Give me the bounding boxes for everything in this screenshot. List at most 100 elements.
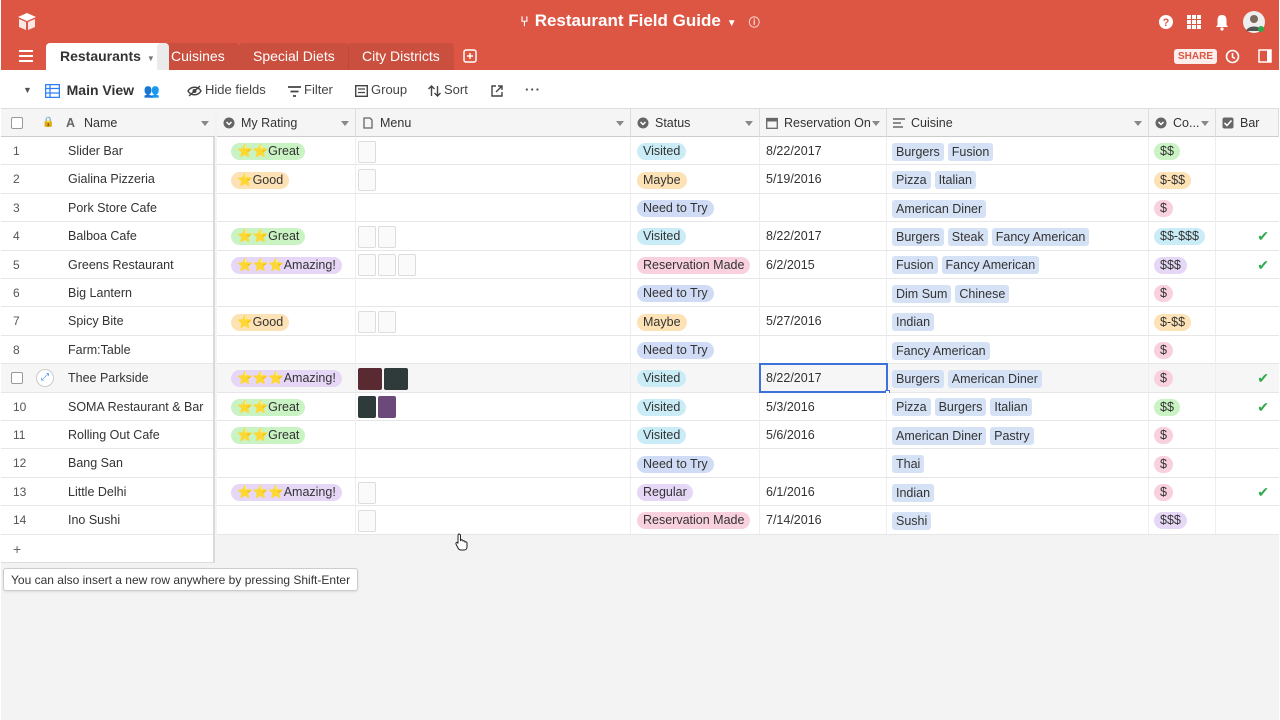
column-header-my-rating[interactable]: My Rating bbox=[217, 109, 356, 137]
bar-checkbox-cell[interactable] bbox=[1216, 279, 1279, 307]
table-row[interactable]: Need to Try Fancy American $ bbox=[217, 335, 1279, 365]
table-row[interactable]: ⭐⭐Great Visited 8/22/2017 Burgers Steak Fancy… bbox=[217, 222, 1279, 251]
menu-attachments-cell[interactable] bbox=[356, 165, 631, 194]
reservation-date-cell[interactable] bbox=[760, 335, 887, 364]
cuisine-cell[interactable]: Indian bbox=[887, 307, 1149, 336]
status-cell[interactable]: Reservation Made bbox=[631, 506, 760, 535]
status-cell[interactable]: Reservation Made bbox=[631, 250, 760, 279]
cost-cell[interactable]: $ bbox=[1149, 335, 1216, 364]
chevron-down-icon[interactable]: ▼ bbox=[727, 18, 737, 29]
menu-photo-thumbnail[interactable] bbox=[358, 396, 376, 419]
table-row[interactable]: Need to Try Dim Sum Chinese $ bbox=[217, 279, 1279, 308]
table-row[interactable]: ⭐Good Maybe 5/19/2016 Pizza Italian $-$$ bbox=[217, 165, 1279, 194]
cost-cell[interactable]: $ bbox=[1149, 477, 1216, 506]
bar-checkbox-cell[interactable] bbox=[1216, 421, 1279, 449]
menu-document-thumbnail[interactable] bbox=[358, 481, 376, 504]
name-cell[interactable]: Greens Restaurant bbox=[60, 251, 215, 279]
menu-attachments-cell[interactable] bbox=[356, 392, 631, 421]
history-icon[interactable] bbox=[1225, 49, 1240, 64]
rating-cell[interactable]: ⭐⭐⭐Amazing! bbox=[217, 250, 356, 279]
menu-document-thumbnail[interactable] bbox=[358, 140, 376, 163]
table-row[interactable]: 5 Greens Restaurant bbox=[1, 250, 215, 279]
reservation-date-cell[interactable]: 5/6/2016 bbox=[760, 421, 887, 449]
table-row[interactable]: 7 Spicy Bite bbox=[1, 307, 213, 336]
menu-photo-thumbnail[interactable] bbox=[384, 367, 408, 390]
status-cell[interactable]: Visited bbox=[631, 392, 760, 421]
menu-attachments-cell[interactable] bbox=[356, 506, 631, 535]
menu-attachments-cell[interactable] bbox=[356, 364, 631, 393]
column-header-bar[interactable]: Bar bbox=[1216, 109, 1279, 137]
menu-document-thumbnail[interactable] bbox=[378, 311, 396, 334]
menu-document-thumbnail[interactable] bbox=[378, 225, 396, 248]
table-row[interactable]: ⭐⭐Great Visited 5/6/2016 American Diner Past… bbox=[217, 421, 1279, 450]
cost-cell[interactable]: $$ bbox=[1149, 392, 1216, 421]
cost-cell[interactable]: $$ bbox=[1149, 137, 1216, 165]
bar-checkbox-cell[interactable] bbox=[1216, 307, 1279, 335]
table-row[interactable]: 3 Pork Store Cafe bbox=[1, 193, 215, 223]
table-row[interactable]: Need to Try American Diner $ bbox=[217, 193, 1279, 223]
table-row[interactable]: 4 Balboa Cafe bbox=[1, 222, 213, 251]
menu-attachments-cell[interactable] bbox=[356, 193, 631, 222]
bar-checkbox-cell[interactable] bbox=[1216, 165, 1279, 193]
help-icon[interactable]: ? bbox=[1157, 13, 1175, 31]
bar-checkbox-cell[interactable] bbox=[1216, 194, 1279, 222]
info-icon[interactable]: ⓘ bbox=[749, 17, 760, 29]
row-expand[interactable]: ⤢ bbox=[32, 364, 60, 392]
reservation-date-cell[interactable]: 5/27/2016 bbox=[760, 307, 887, 336]
add-row-plus-icon[interactable]: + bbox=[13, 535, 21, 563]
menu-document-thumbnail[interactable] bbox=[378, 254, 396, 277]
cost-cell[interactable]: $ bbox=[1149, 449, 1216, 478]
user-avatar[interactable] bbox=[1243, 11, 1265, 33]
menu-icon[interactable] bbox=[19, 50, 33, 62]
chevron-down-icon[interactable] bbox=[1201, 121, 1209, 126]
status-cell[interactable]: Regular bbox=[631, 477, 760, 506]
status-cell[interactable]: Maybe bbox=[631, 307, 760, 336]
cuisine-cell[interactable]: Thai bbox=[887, 449, 1149, 478]
add-row-button[interactable]: + bbox=[1, 534, 213, 563]
filter-button[interactable]: Filter bbox=[288, 82, 333, 98]
cost-cell[interactable]: $$$ bbox=[1149, 506, 1216, 535]
name-cell[interactable]: Slider Bar bbox=[60, 137, 215, 165]
table-row[interactable]: 2 Gialina Pizzeria bbox=[1, 165, 213, 194]
menu-attachments-cell[interactable] bbox=[356, 222, 631, 251]
view-switcher[interactable]: Main View 👥 bbox=[44, 82, 160, 99]
cost-cell[interactable]: $ bbox=[1149, 193, 1216, 222]
table-row[interactable]: Reservation Made 7/14/2016 Sushi $$$ bbox=[217, 506, 1279, 535]
table-row[interactable]: ⭐⭐⭐Amazing! Regular 6/1/2016 Indian $ ✔ bbox=[217, 477, 1279, 507]
rating-cell[interactable]: ⭐⭐Great bbox=[217, 392, 356, 421]
column-header-name[interactable]: A Name bbox=[60, 109, 215, 137]
status-cell[interactable]: Visited bbox=[631, 364, 760, 393]
bell-icon[interactable] bbox=[1213, 13, 1231, 31]
table-row[interactable]: 13 Little Delhi bbox=[1, 477, 213, 507]
cost-cell[interactable]: $ bbox=[1149, 364, 1216, 393]
table-row[interactable]: 6 Big Lantern bbox=[1, 279, 213, 308]
cuisine-cell[interactable]: Burgers Fusion bbox=[887, 137, 1149, 165]
status-cell[interactable]: Visited bbox=[631, 137, 760, 165]
tab-cuisines[interactable]: Cuisines bbox=[157, 43, 239, 70]
name-cell[interactable]: Pork Store Cafe bbox=[60, 194, 215, 222]
bar-checkbox-cell[interactable]: ✔ bbox=[1216, 478, 1279, 506]
reservation-date-cell[interactable]: 8/22/2017 bbox=[760, 137, 887, 165]
name-cell[interactable]: Bang San bbox=[60, 449, 215, 477]
table-row[interactable]: Need to Try Thai $ bbox=[217, 449, 1279, 478]
cuisine-cell[interactable]: American Diner Pastry bbox=[887, 421, 1149, 449]
name-cell[interactable]: Ino Sushi bbox=[60, 506, 215, 534]
cuisine-cell[interactable]: Pizza Burgers Italian bbox=[887, 392, 1149, 421]
cost-cell[interactable]: $-$$ bbox=[1149, 165, 1216, 194]
cuisine-cell[interactable]: Sushi bbox=[887, 506, 1149, 535]
menu-attachments-cell[interactable] bbox=[356, 250, 631, 279]
reservation-date-cell[interactable] bbox=[760, 193, 887, 222]
cuisine-cell[interactable]: Dim Sum Chinese bbox=[887, 279, 1149, 307]
group-button[interactable]: Group bbox=[354, 82, 407, 98]
cost-cell[interactable]: $$$ bbox=[1149, 250, 1216, 279]
chevron-down-icon[interactable]: ▼ bbox=[147, 54, 155, 63]
menu-document-thumbnail[interactable] bbox=[358, 509, 376, 532]
base-title-text[interactable]: Restaurant Field Guide bbox=[535, 11, 721, 30]
chevron-down-icon[interactable] bbox=[616, 121, 624, 126]
cost-cell[interactable]: $$-$$$ bbox=[1149, 222, 1216, 251]
bar-checkbox-cell[interactable]: ✔ bbox=[1216, 251, 1279, 279]
more-options-button[interactable]: ··· bbox=[525, 82, 541, 98]
table-row[interactable]: ⭐⭐⭐Amazing! Reservation Made 6/2/2015 Fusio… bbox=[217, 250, 1279, 279]
status-cell[interactable]: Maybe bbox=[631, 165, 760, 194]
reservation-date-cell[interactable] bbox=[760, 279, 887, 307]
